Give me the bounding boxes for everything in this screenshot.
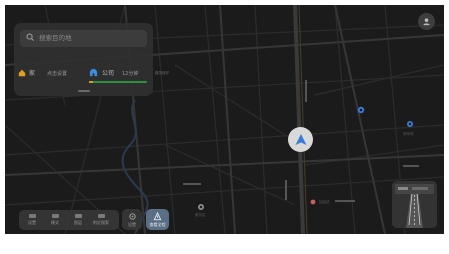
poi-label: 服务区 xyxy=(195,213,206,217)
dock-item-label: 附近搜索 xyxy=(93,220,109,225)
dock-item-label: 图层 xyxy=(74,220,82,225)
device-frame: 服务区 加油站 停车场 搜索目的地 家 点击设置 公司 12分钟 路况较好 设置… xyxy=(0,0,449,254)
panel-drag-handle[interactable] xyxy=(78,90,90,92)
user-avatar[interactable] xyxy=(418,13,435,30)
dock-nearby-icon xyxy=(97,214,105,218)
lane-guidance-view[interactable] xyxy=(392,181,437,228)
home-set-label[interactable]: 点击设置 xyxy=(47,70,67,78)
settings-button[interactable]: 设置 xyxy=(122,209,142,230)
poi-label: 加油站 xyxy=(319,200,330,204)
bottom-dock: 设置 模式 图层 附近搜索 xyxy=(19,210,119,230)
route-overview-button[interactable]: 查看全程 xyxy=(146,209,169,230)
poi-label: 停车场 xyxy=(403,132,414,136)
company-eta: 12分钟 xyxy=(122,71,139,77)
dock-mode-icon xyxy=(51,214,59,218)
traffic-label: 路况较好 xyxy=(155,71,169,75)
search-icon xyxy=(26,33,35,42)
company-route-bar-segment xyxy=(89,81,93,83)
company-icon[interactable] xyxy=(89,68,98,77)
current-location-marker[interactable] xyxy=(288,127,313,152)
company-shortcut-label[interactable]: 公司 xyxy=(102,70,114,78)
route-overview-label: 查看全程 xyxy=(149,222,166,227)
settings-button-label: 设置 xyxy=(128,222,136,227)
dock-item-settings[interactable]: 设置 xyxy=(22,212,42,229)
dock-item-layers[interactable]: 图层 xyxy=(68,212,88,229)
search-panel: 搜索目的地 xyxy=(14,23,153,96)
home-icon[interactable] xyxy=(18,69,26,77)
company-route-bar xyxy=(91,81,147,83)
route-overview-icon xyxy=(153,212,162,221)
dock-item-nearby[interactable]: 附近搜索 xyxy=(91,212,111,229)
dock-item-label: 设置 xyxy=(28,220,36,225)
home-shortcut-label[interactable]: 家 xyxy=(29,70,35,78)
navigation-arrow-icon xyxy=(295,133,306,145)
lane-guidance-graphic xyxy=(392,181,437,228)
dock-item-label: 模式 xyxy=(51,220,59,225)
dock-item-mode[interactable]: 模式 xyxy=(45,212,65,229)
dock-layers-icon xyxy=(74,214,82,218)
settings-icon xyxy=(128,213,136,220)
search-placeholder: 搜索目的地 xyxy=(39,34,72,42)
search-input[interactable]: 搜索目的地 xyxy=(20,30,147,47)
dock-settings-icon xyxy=(28,214,36,218)
user-avatar-icon xyxy=(423,18,430,26)
map-screen[interactable]: 服务区 加油站 停车场 搜索目的地 家 点击设置 公司 12分钟 路况较好 设置… xyxy=(5,5,444,234)
